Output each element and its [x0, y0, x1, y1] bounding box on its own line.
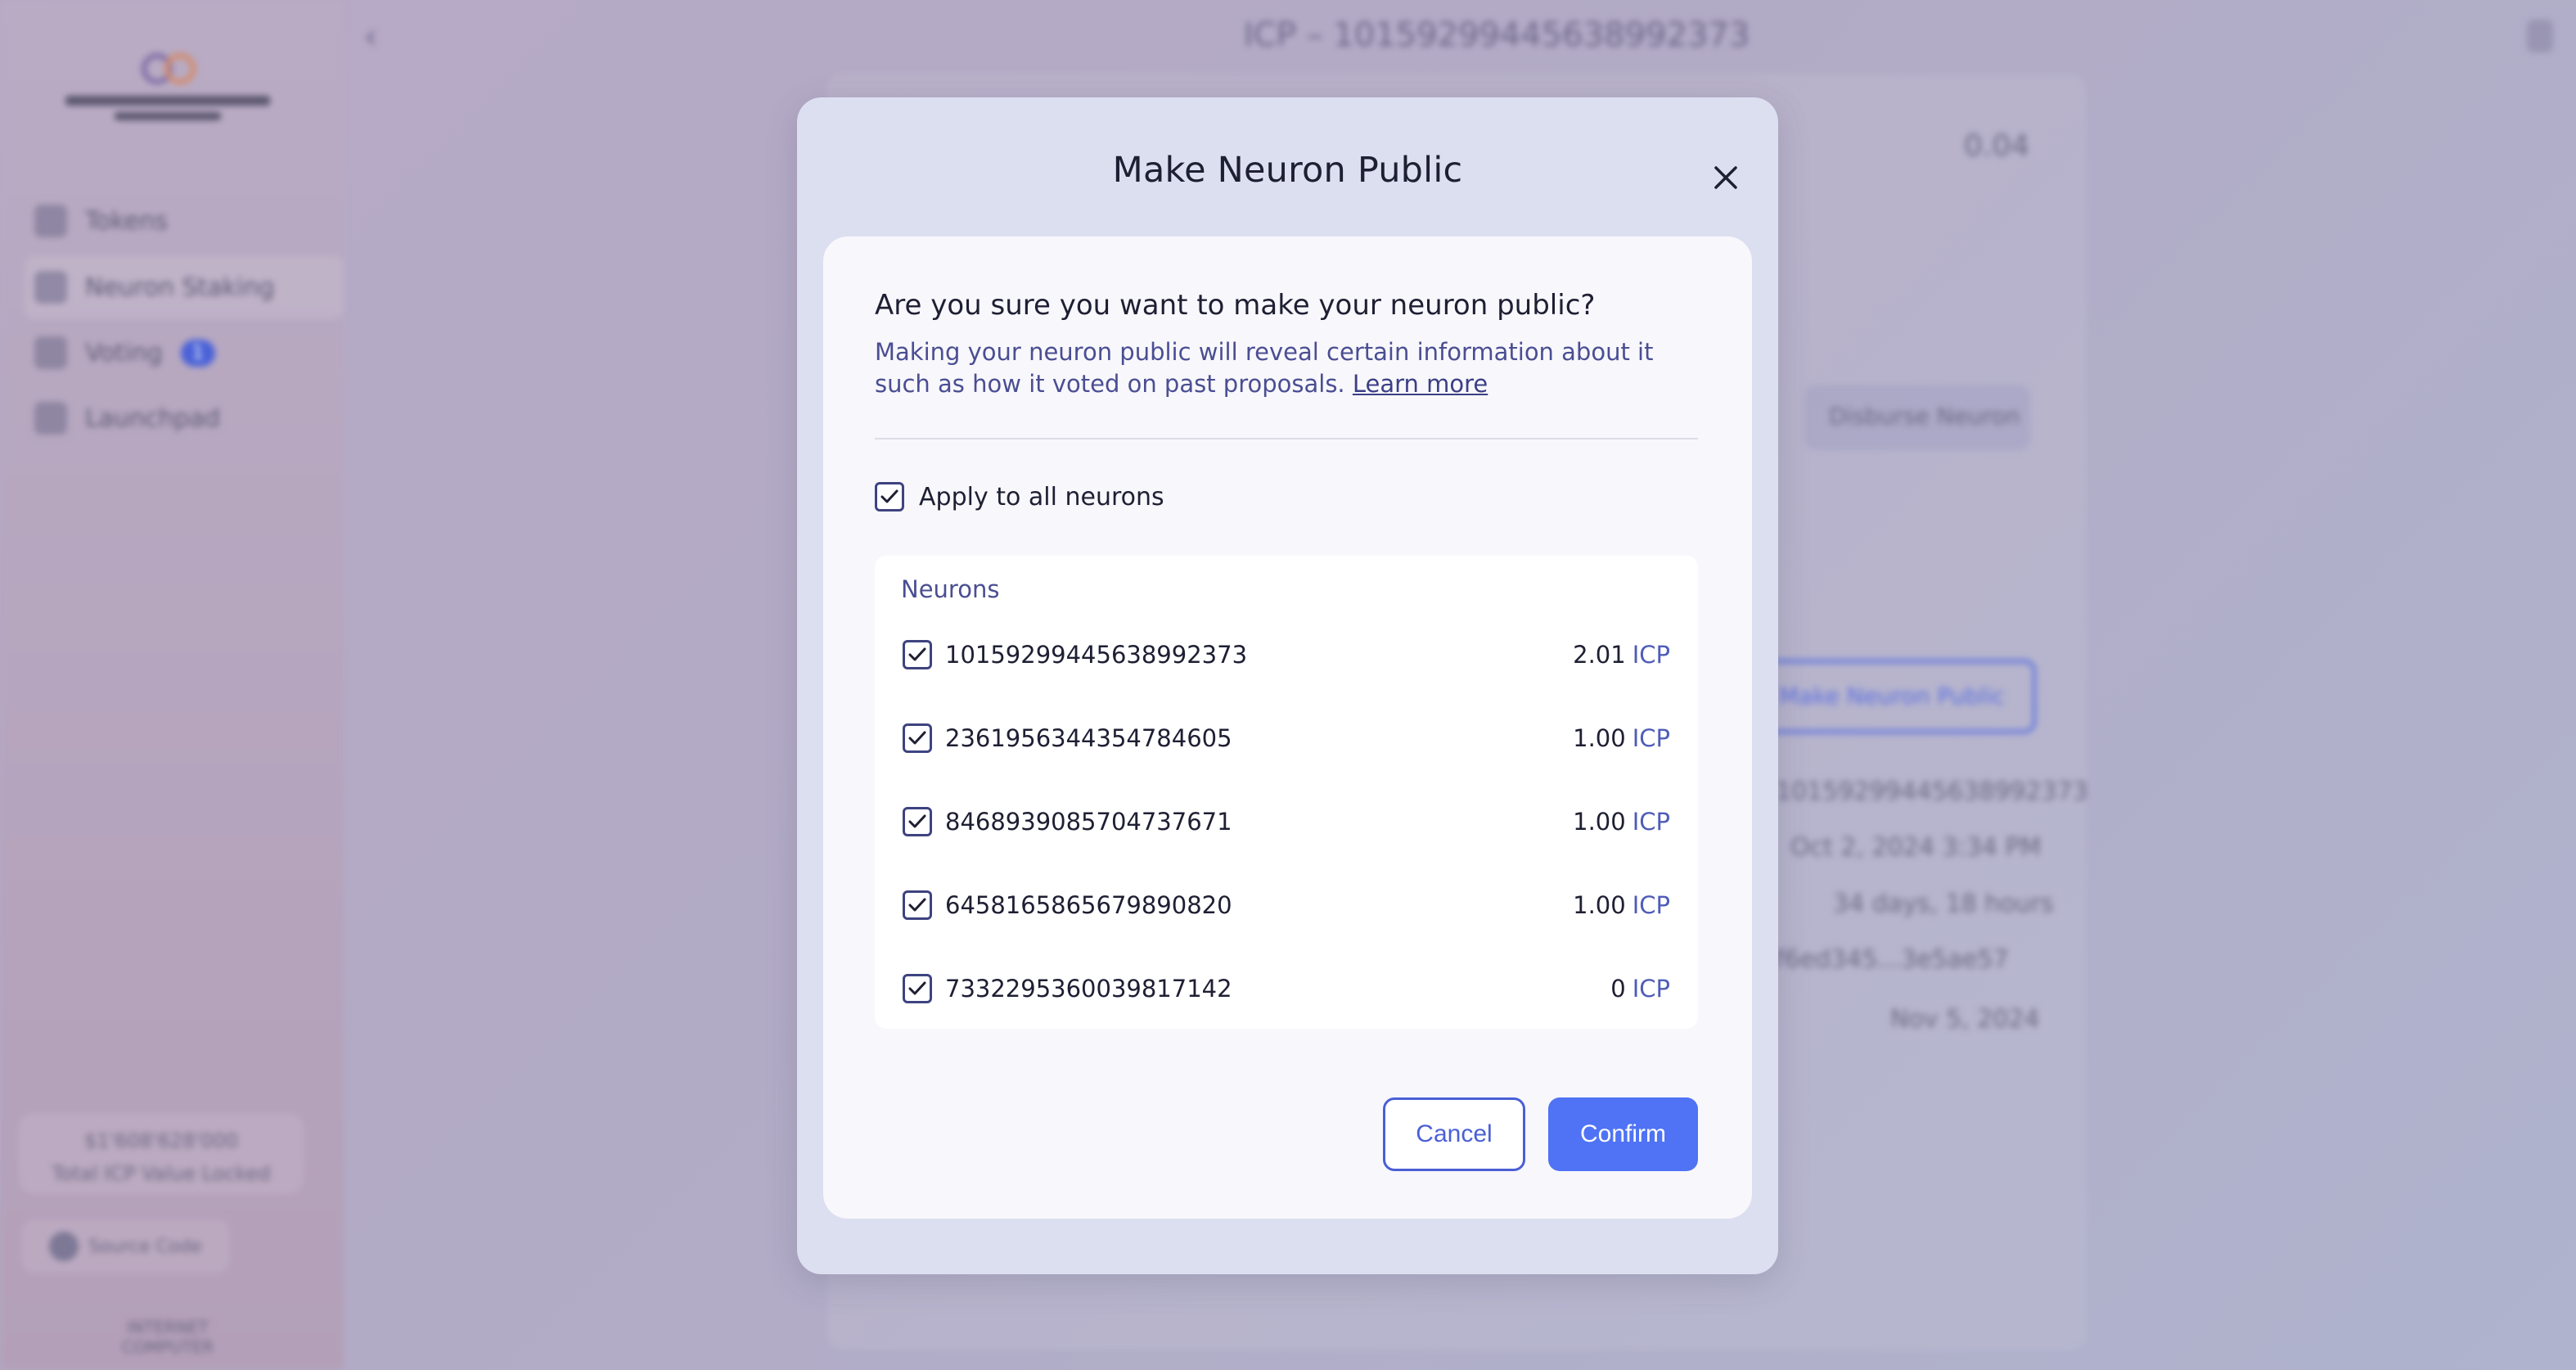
disburse-label: Disburse Neuron — [1829, 403, 2020, 430]
detail-neuron-id: 10159299445638992373 — [1776, 777, 2088, 806]
sidebar-item-launchpad: Launchpad — [25, 387, 344, 449]
amount-unit: ICP — [1632, 891, 1670, 919]
neurons-header: Neurons — [901, 575, 1000, 603]
neuron-checkbox[interactable] — [903, 974, 932, 1003]
learn-more-link[interactable]: Learn more — [1353, 370, 1488, 398]
balance-value: 0.04 — [1964, 129, 2030, 163]
neuron-row: 7332295360039817142 0 ICP — [903, 971, 1670, 1007]
amount-value: 0 — [1610, 975, 1626, 1003]
page-title: ICP – 10159299445638992373 — [1244, 16, 1750, 54]
sidebar-item-tokens: Tokens — [25, 190, 344, 252]
checkmark-icon — [908, 981, 926, 995]
launchpad-icon — [34, 402, 67, 435]
neuron-id: 6458165865679890820 — [945, 891, 1232, 919]
source-code-link: Source Code — [21, 1219, 230, 1273]
nns-logo-icon — [65, 53, 270, 120]
amount-value: 2.01 — [1573, 641, 1626, 669]
sidebar-item-label: Voting — [85, 338, 163, 367]
amount-unit: ICP — [1632, 975, 1670, 1003]
source-code-label: Source Code — [88, 1236, 202, 1257]
neuron-checkbox[interactable] — [903, 807, 932, 836]
modal-description: Making your neuron public will reveal ce… — [875, 336, 1701, 400]
confirm-question: Are you sure you want to make your neuro… — [875, 289, 1596, 322]
modal-title: Make Neuron Public — [1112, 150, 1463, 191]
neuron-id: 2361956344354784605 — [945, 724, 1232, 752]
sidebar-item-label: Launchpad — [85, 403, 221, 433]
amount-value: 1.00 — [1573, 808, 1626, 836]
github-icon — [49, 1232, 79, 1261]
checkmark-icon — [908, 647, 926, 661]
neuron-staking-icon — [34, 271, 67, 304]
detail-created: Oct 2, 2024 3:34 PM — [1790, 833, 2042, 862]
disburse-button: Disburse Neuron — [1804, 385, 2030, 450]
neuron-amount: 1.00 ICP — [1573, 808, 1670, 836]
neurons-list: Neurons 10159299445638992373 2.01 ICP 236… — [875, 556, 1698, 1029]
modal-body: Are you sure you want to make your neuro… — [823, 237, 1752, 1219]
tvl-label: Total ICP Value Locked — [52, 1162, 271, 1185]
cancel-button[interactable]: Cancel — [1383, 1097, 1525, 1171]
neuron-row: 10159299445638992373 2.01 ICP — [903, 637, 1670, 673]
sidebar: Tokens Neuron Staking Voting 1 Launchpad… — [0, 0, 344, 1370]
close-button[interactable] — [1705, 156, 1747, 199]
checkmark-icon — [880, 489, 898, 503]
account-icon — [2527, 20, 2553, 52]
checkmark-icon — [908, 731, 926, 745]
amount-unit: ICP — [1632, 641, 1670, 669]
neuron-id: 10159299445638992373 — [945, 641, 1248, 669]
sidebar-item-label: Tokens — [85, 206, 168, 236]
detail-age: 34 days, 18 hours — [1833, 890, 2054, 918]
neuron-row: 2361956344354784605 1.00 ICP — [903, 720, 1670, 756]
checkmark-icon — [908, 814, 926, 828]
amount-value: 1.00 — [1573, 891, 1626, 919]
detail-date: Nov 5, 2024 — [1890, 1005, 2040, 1034]
sidebar-item-neuron-staking: Neuron Staking — [25, 256, 344, 318]
sidebar-item-label: Neuron Staking — [85, 273, 275, 302]
neuron-amount: 2.01 ICP — [1573, 641, 1670, 669]
detail-controller: f6ed345...3e5ae57 — [1776, 945, 2009, 974]
neuron-checkbox[interactable] — [903, 723, 932, 753]
voting-badge: 1 — [180, 339, 215, 367]
voting-icon — [34, 336, 67, 369]
checkmark-icon — [908, 898, 926, 912]
amount-value: 1.00 — [1573, 724, 1626, 752]
tokens-icon — [34, 205, 67, 237]
neuron-checkbox[interactable] — [903, 640, 932, 669]
make-public-label: Make Neuron Public — [1779, 683, 2006, 710]
neuron-id: 7332295360039817142 — [945, 975, 1232, 1003]
apply-all-label: Apply to all neurons — [919, 482, 1164, 511]
tvl-card: $1'608'628'000 Total ICP Value Locked — [18, 1113, 304, 1195]
neuron-id: 8468939085704737671 — [945, 808, 1232, 836]
neuron-row: 8468939085704737671 1.00 ICP — [903, 804, 1670, 840]
make-neuron-public-modal: Make Neuron Public Are you sure you want… — [797, 97, 1778, 1274]
neuron-row: 6458165865679890820 1.00 ICP — [903, 887, 1670, 923]
neuron-amount: 1.00 ICP — [1573, 724, 1670, 752]
back-arrow-icon: ‹ — [364, 18, 377, 56]
sidebar-item-voting: Voting 1 — [25, 322, 344, 384]
divider — [875, 438, 1698, 439]
neuron-amount: 1.00 ICP — [1573, 891, 1670, 919]
confirm-button[interactable]: Confirm — [1548, 1097, 1698, 1171]
apply-all-checkbox[interactable] — [875, 482, 904, 511]
amount-unit: ICP — [1632, 808, 1670, 836]
neuron-amount: 0 ICP — [1610, 975, 1670, 1003]
tvl-value: $1'608'628'000 — [84, 1129, 238, 1152]
amount-unit: ICP — [1632, 724, 1670, 752]
footer-text: INTERNET COMPUTER — [121, 1318, 214, 1357]
apply-all-row: Apply to all neurons — [875, 482, 1164, 511]
neuron-checkbox[interactable] — [903, 890, 932, 920]
close-icon — [1714, 166, 1737, 189]
description-text: Making your neuron public will reveal ce… — [875, 338, 1654, 398]
